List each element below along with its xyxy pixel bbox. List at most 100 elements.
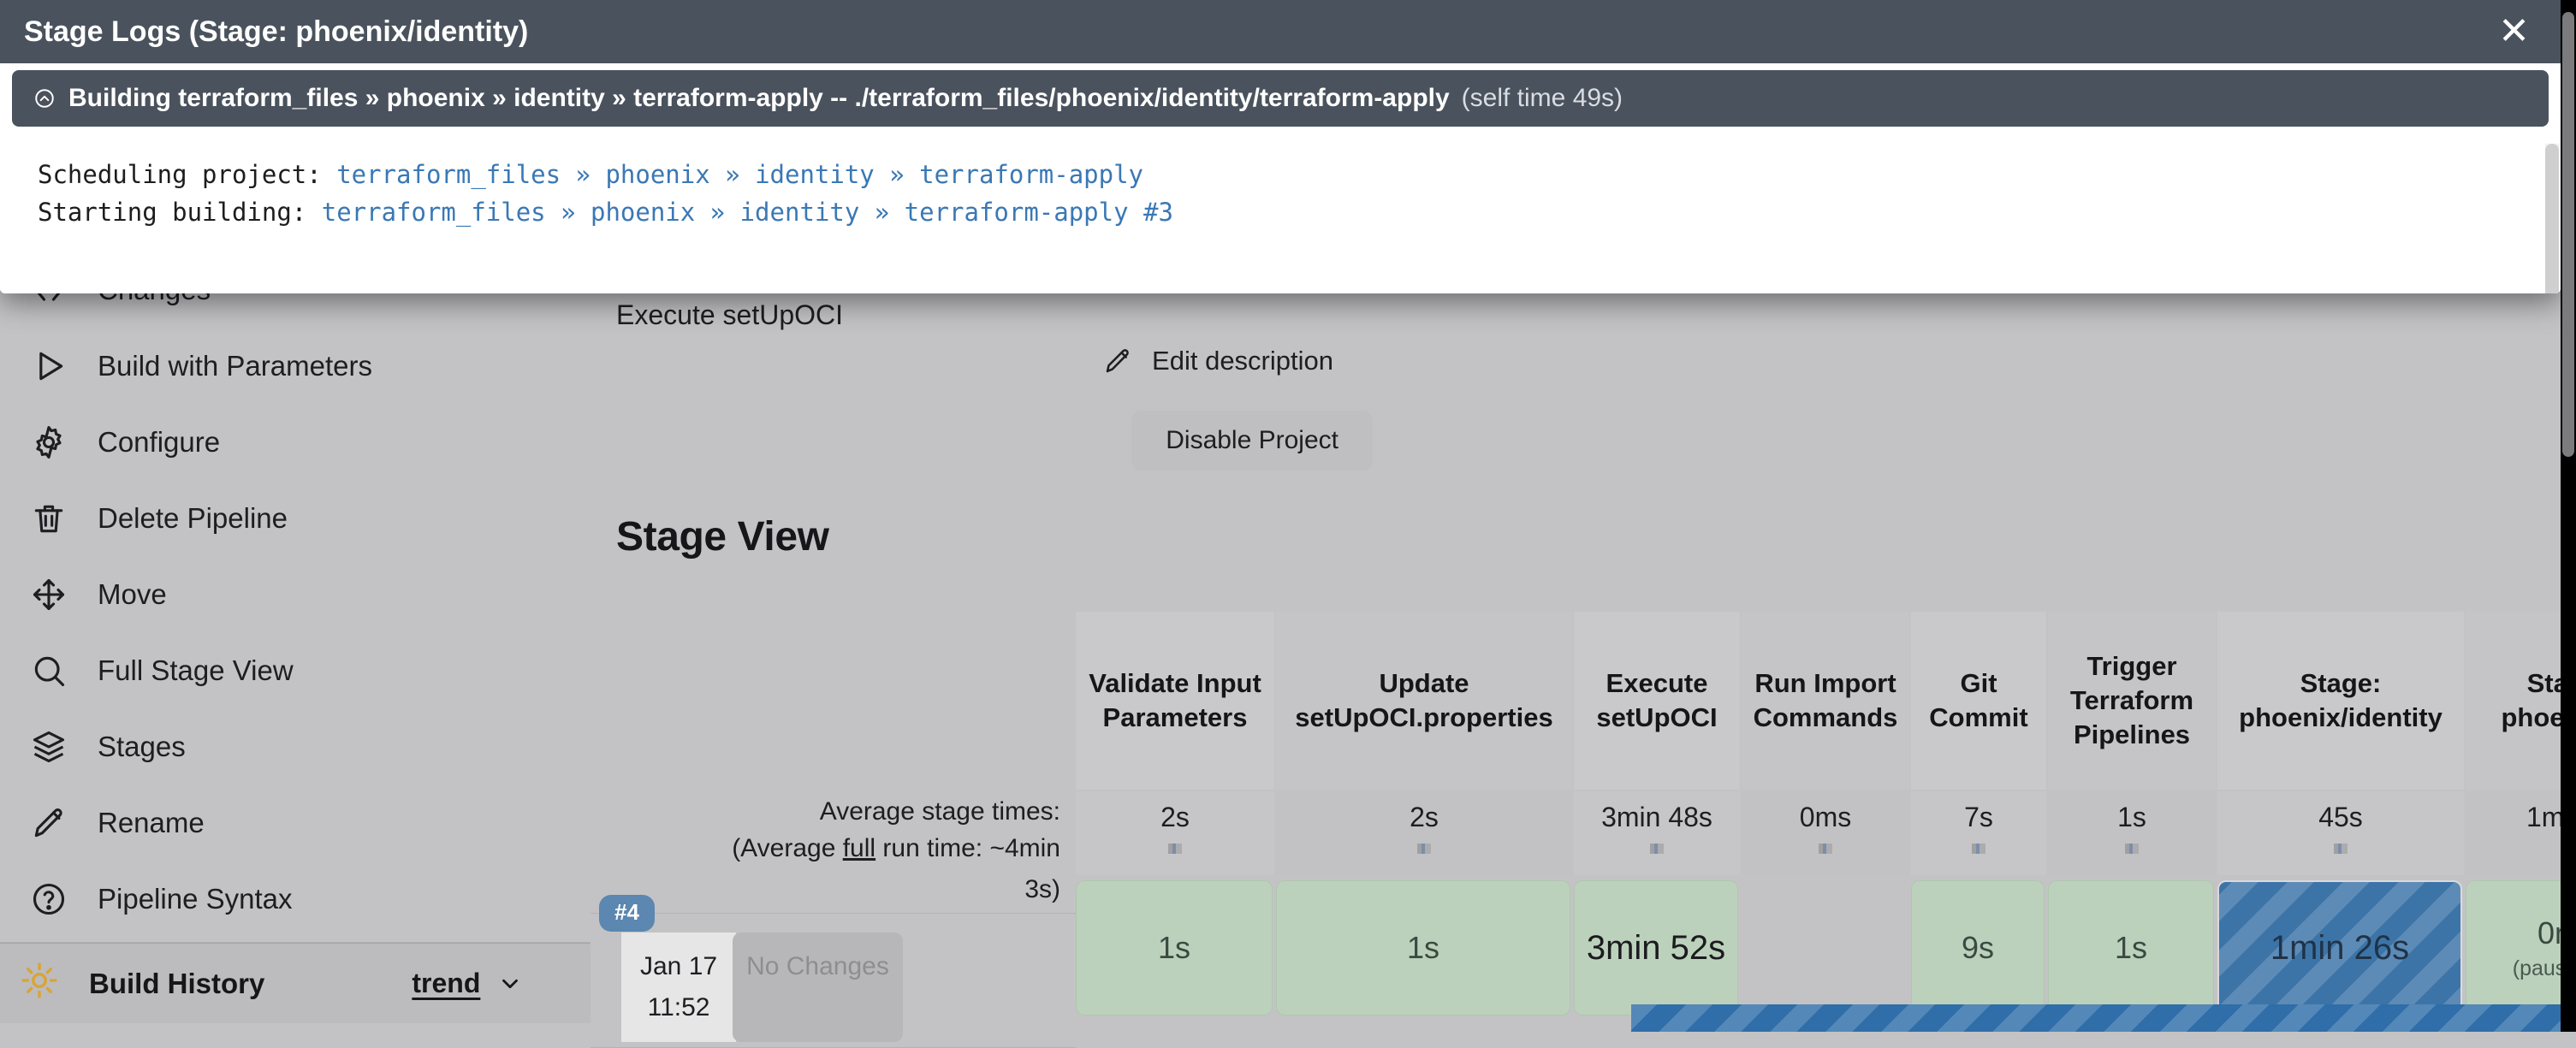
- stage-column-cells: 1min 26s: [2217, 875, 2466, 1015]
- build-no-changes[interactable]: No Changes: [733, 933, 903, 1042]
- stage-column-cells: 1s: [2048, 875, 2217, 1015]
- stage-cell[interactable]: 9s: [1911, 880, 2045, 1015]
- stage-column: Update setUpOCI.properties 2s 1s: [1276, 612, 1574, 1015]
- sidebar-item-label: Configure: [98, 426, 220, 459]
- log-line-link[interactable]: terraform_files » phoenix » identity » t…: [336, 160, 1143, 189]
- log-line-link[interactable]: terraform_files » phoenix » identity » t…: [322, 198, 1173, 227]
- average-stage-times-label: Average stage times: (Average full run t…: [591, 791, 1076, 875]
- stage-column-average: 7s: [1911, 791, 2048, 875]
- pencil-icon: [1102, 346, 1133, 376]
- sidebar-item-pipeline-syntax[interactable]: Pipeline Syntax: [0, 861, 591, 937]
- stage-log-step-header[interactable]: Building terraform_files » phoenix » ide…: [12, 70, 2549, 127]
- close-icon[interactable]: ✕: [2491, 13, 2537, 50]
- stage-column-header[interactable]: Git Commit: [1911, 612, 2048, 791]
- avg-run-time-line3: 3s): [591, 875, 1076, 908]
- stage-table-row-labels: Average stage times: (Average full run t…: [591, 612, 1076, 1048]
- build-time: 11:52: [648, 993, 710, 1021]
- stage-view-table: Average stage times: (Average full run t…: [591, 612, 2576, 1048]
- build-history-section[interactable]: Build History trend: [0, 943, 591, 1023]
- build-changes-label: No Changes: [746, 952, 889, 980]
- avg-run-underline: full: [843, 834, 875, 862]
- avg-stage-times-line1: Average stage times:: [591, 793, 1060, 830]
- sidebar-item-move[interactable]: Move: [0, 556, 591, 632]
- stage-column: Validate Input Parameters 2s 1s: [1076, 612, 1276, 1015]
- stage-column-header[interactable]: Validate Input Parameters: [1076, 612, 1276, 791]
- build-date: Jan 17: [640, 952, 717, 980]
- stage-column-header[interactable]: Stage: phoenix/identity: [2217, 612, 2466, 791]
- running-progress-bar: [1631, 1004, 2576, 1032]
- avg-value: 2s: [1410, 802, 1439, 833]
- sidebar: Changes Build with Parameters Configure …: [0, 248, 591, 1023]
- avg-run-post: run time: ~4min: [875, 834, 1060, 862]
- stage-cell[interactable]: [1742, 880, 1908, 1015]
- stage-column-header[interactable]: Run Import Commands: [1742, 612, 1911, 791]
- stage-cell-duration: 1s: [1407, 930, 1439, 966]
- log-line-label: Starting building:: [38, 198, 322, 227]
- stage-column-header[interactable]: Stage: phoenix/ta: [2466, 612, 2576, 791]
- avg-value: 2s: [1160, 802, 1190, 833]
- stage-log-self-time: (self time 49s): [1462, 84, 1623, 113]
- chevron-down-icon[interactable]: [497, 971, 523, 997]
- build-row-label: #4 Jan 17 11:52 No Changes: [591, 913, 1076, 1048]
- stage-logs-modal-body: Building terraform_files » phoenix » ide…: [0, 70, 2561, 293]
- stage-log-console-output[interactable]: Scheduling project: terraform_files » ph…: [7, 127, 2554, 293]
- weather-sun-icon: [19, 960, 67, 1008]
- sidebar-item-label: Rename: [98, 807, 205, 839]
- stage-cell[interactable]: 1s: [2048, 880, 2214, 1015]
- build-history-trend-link[interactable]: trend: [412, 968, 480, 999]
- page-scrollbar-thumb[interactable]: [2562, 12, 2574, 457]
- avg-value: 7s: [1964, 802, 1993, 833]
- stage-column-header[interactable]: Execute setUpOCI: [1574, 612, 1742, 791]
- sparkline-icon: [1819, 844, 1832, 854]
- sidebar-item-rename[interactable]: Rename: [0, 785, 591, 861]
- stage-log-step-title: Building terraform_files » phoenix » ide…: [68, 84, 1450, 113]
- search-icon: [29, 651, 68, 690]
- avg-value: 1s: [2117, 802, 2146, 833]
- sidebar-item-stages[interactable]: Stages: [0, 708, 591, 785]
- stage-cell-duration: 1s: [2115, 930, 2147, 966]
- stage-column: Git Commit 7s 9s: [1911, 612, 2048, 1015]
- jenkins-page: Changes Build with Parameters Configure …: [0, 0, 2576, 1032]
- stage-column-average: 2s: [1276, 791, 1574, 875]
- sidebar-item-delete-pipeline[interactable]: Delete Pipeline: [0, 480, 591, 556]
- modal-scrollbar[interactable]: [2545, 144, 2559, 293]
- stage-cell-duration: 1min 26s: [2270, 929, 2409, 968]
- build-info-box: Jan 17 11:52 No Changes: [621, 933, 903, 1042]
- sparkline-icon: [2125, 844, 2139, 854]
- stage-column-cells: 1s: [1076, 875, 1276, 1015]
- sidebar-item-label: Build with Parameters: [98, 350, 372, 382]
- stage-cell-duration: 3min 52s: [1587, 929, 1725, 968]
- avg-value: 3min 48s: [1601, 802, 1712, 833]
- stage-cell[interactable]: 1s: [1276, 880, 1570, 1015]
- sparkline-icon: [1417, 844, 1431, 854]
- sidebar-item-build-with-parameters[interactable]: Build with Parameters: [0, 328, 591, 404]
- stage-column-header[interactable]: Update setUpOCI.properties: [1276, 612, 1574, 791]
- avg-full-run-time-line: (Average full run time: ~4min: [591, 830, 1060, 867]
- disable-project-button[interactable]: Disable Project: [1131, 411, 1373, 471]
- collapse-caret-icon[interactable]: [33, 86, 56, 110]
- sparkline-icon: [1650, 844, 1664, 854]
- avg-value: 0ms: [1800, 802, 1851, 833]
- stage-column: Execute setUpOCI 3min 48s 3min 52s: [1574, 612, 1742, 1015]
- stage-column-average: 3min 48s: [1574, 791, 1742, 875]
- stage-column-header[interactable]: Trigger Terraform Pipelines: [2048, 612, 2217, 791]
- stage-view-heading: Stage View: [616, 513, 829, 560]
- sparkline-icon: [1168, 844, 1182, 854]
- stage-cell-running[interactable]: 1min 26s: [2217, 880, 2462, 1015]
- stage-column-average: 1min 4: [2466, 791, 2576, 875]
- build-date-time[interactable]: Jan 17 11:52: [621, 933, 736, 1042]
- stage-cell[interactable]: 0ms (paused for: [2466, 880, 2576, 1015]
- edit-description-button[interactable]: Edit description: [1102, 346, 1333, 376]
- sidebar-item-label: Move: [98, 578, 167, 611]
- help-icon: [29, 879, 68, 919]
- sidebar-item-configure[interactable]: Configure: [0, 404, 591, 480]
- stage-cell[interactable]: 1s: [1076, 880, 1273, 1015]
- build-number-badge[interactable]: #4: [599, 895, 655, 932]
- move-icon: [29, 575, 68, 614]
- modal-scrollbar-thumb[interactable]: [2545, 144, 2559, 293]
- sidebar-item-label: Stages: [98, 731, 186, 763]
- page-scrollbar[interactable]: [2561, 0, 2576, 1032]
- stage-cell[interactable]: 3min 52s: [1574, 880, 1738, 1015]
- stage-cell-duration: 1s: [1158, 930, 1190, 966]
- sidebar-item-full-stage-view[interactable]: Full Stage View: [0, 632, 591, 708]
